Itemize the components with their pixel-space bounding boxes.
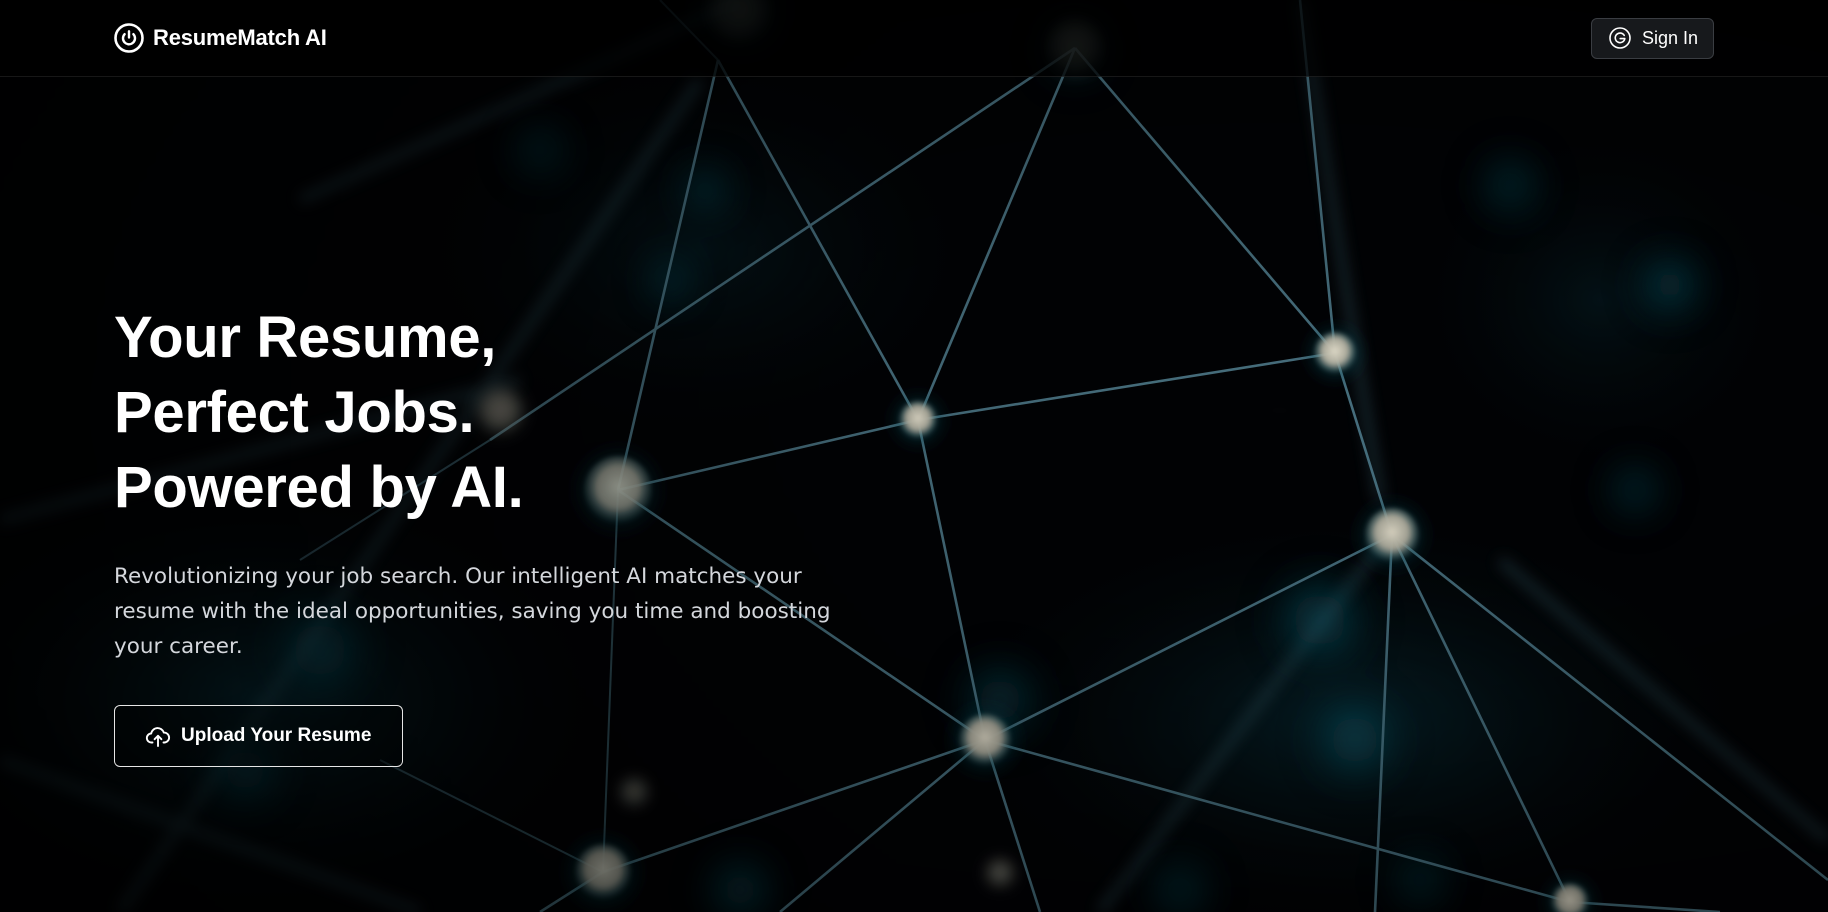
upload-resume-button[interactable]: Upload Your Resume	[114, 705, 404, 767]
sign-in-label: Sign In	[1641, 27, 1698, 48]
google-icon	[1608, 26, 1632, 50]
network-node	[1303, 321, 1367, 385]
power-icon	[114, 23, 144, 53]
upload-resume-label: Upload Your Resume	[181, 725, 372, 746]
network-node	[984, 858, 1016, 890]
hero-section: Your Resume, Perfect Jobs. Powered by AI…	[114, 300, 874, 767]
network-node	[945, 700, 1025, 780]
network-node	[1352, 495, 1432, 575]
brand-logo-link[interactable]: ResumeMatch AI	[114, 23, 327, 53]
hero-title: Your Resume, Perfect Jobs. Powered by AI…	[114, 300, 874, 525]
hero-title-line: Your Resume,	[114, 305, 497, 370]
network-node	[618, 777, 650, 809]
top-navbar: ResumeMatch AI Sign In	[0, 0, 1828, 77]
brand-name: ResumeMatch AI	[153, 25, 327, 50]
hero-title-line: Perfect Jobs.	[114, 380, 475, 445]
landing-page: ResumeMatch AI Sign In Your Resume, Perf…	[0, 0, 1828, 912]
network-node	[888, 390, 948, 450]
sign-in-button[interactable]: Sign In	[1590, 17, 1714, 59]
hero-title-line: Powered by AI.	[114, 455, 524, 520]
network-node	[561, 830, 645, 912]
hero-subtitle: Revolutionizing your job search. Our int…	[114, 564, 831, 659]
cloud-upload-icon	[145, 723, 171, 749]
